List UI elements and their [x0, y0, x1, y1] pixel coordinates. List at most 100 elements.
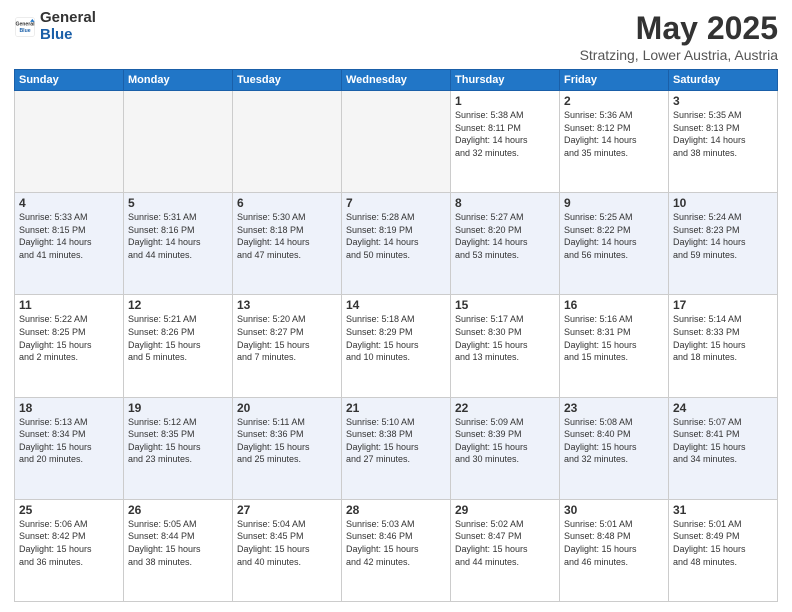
- table-row: 28Sunrise: 5:03 AM Sunset: 8:46 PM Dayli…: [342, 499, 451, 601]
- col-thursday: Thursday: [451, 70, 560, 91]
- day-info: Sunrise: 5:28 AM Sunset: 8:19 PM Dayligh…: [346, 211, 446, 261]
- col-sunday: Sunday: [15, 70, 124, 91]
- table-row: 21Sunrise: 5:10 AM Sunset: 8:38 PM Dayli…: [342, 397, 451, 499]
- col-wednesday: Wednesday: [342, 70, 451, 91]
- calendar-header-row: Sunday Monday Tuesday Wednesday Thursday…: [15, 70, 778, 91]
- table-row: 2Sunrise: 5:36 AM Sunset: 8:12 PM Daylig…: [560, 91, 669, 193]
- day-number: 18: [19, 401, 119, 415]
- day-number: 12: [128, 298, 228, 312]
- day-number: 10: [673, 196, 773, 210]
- day-info: Sunrise: 5:20 AM Sunset: 8:27 PM Dayligh…: [237, 313, 337, 363]
- day-number: 19: [128, 401, 228, 415]
- logo: General Blue General Blue: [14, 10, 96, 43]
- table-row: [15, 91, 124, 193]
- table-row: 23Sunrise: 5:08 AM Sunset: 8:40 PM Dayli…: [560, 397, 669, 499]
- day-info: Sunrise: 5:22 AM Sunset: 8:25 PM Dayligh…: [19, 313, 119, 363]
- logo-general: General: [40, 10, 96, 27]
- day-info: Sunrise: 5:17 AM Sunset: 8:30 PM Dayligh…: [455, 313, 555, 363]
- day-number: 28: [346, 503, 446, 517]
- day-info: Sunrise: 5:25 AM Sunset: 8:22 PM Dayligh…: [564, 211, 664, 261]
- table-row: 25Sunrise: 5:06 AM Sunset: 8:42 PM Dayli…: [15, 499, 124, 601]
- day-info: Sunrise: 5:38 AM Sunset: 8:11 PM Dayligh…: [455, 109, 555, 159]
- table-row: 5Sunrise: 5:31 AM Sunset: 8:16 PM Daylig…: [124, 193, 233, 295]
- day-info: Sunrise: 5:12 AM Sunset: 8:35 PM Dayligh…: [128, 416, 228, 466]
- table-row: [124, 91, 233, 193]
- day-info: Sunrise: 5:01 AM Sunset: 8:49 PM Dayligh…: [673, 518, 773, 568]
- table-row: 24Sunrise: 5:07 AM Sunset: 8:41 PM Dayli…: [669, 397, 778, 499]
- day-number: 15: [455, 298, 555, 312]
- calendar: Sunday Monday Tuesday Wednesday Thursday…: [14, 69, 778, 602]
- day-number: 31: [673, 503, 773, 517]
- table-row: 22Sunrise: 5:09 AM Sunset: 8:39 PM Dayli…: [451, 397, 560, 499]
- day-number: 7: [346, 196, 446, 210]
- day-number: 20: [237, 401, 337, 415]
- table-row: 9Sunrise: 5:25 AM Sunset: 8:22 PM Daylig…: [560, 193, 669, 295]
- table-row: 7Sunrise: 5:28 AM Sunset: 8:19 PM Daylig…: [342, 193, 451, 295]
- day-info: Sunrise: 5:04 AM Sunset: 8:45 PM Dayligh…: [237, 518, 337, 568]
- day-info: Sunrise: 5:09 AM Sunset: 8:39 PM Dayligh…: [455, 416, 555, 466]
- table-row: 18Sunrise: 5:13 AM Sunset: 8:34 PM Dayli…: [15, 397, 124, 499]
- day-number: 4: [19, 196, 119, 210]
- table-row: 16Sunrise: 5:16 AM Sunset: 8:31 PM Dayli…: [560, 295, 669, 397]
- col-tuesday: Tuesday: [233, 70, 342, 91]
- day-info: Sunrise: 5:14 AM Sunset: 8:33 PM Dayligh…: [673, 313, 773, 363]
- day-info: Sunrise: 5:35 AM Sunset: 8:13 PM Dayligh…: [673, 109, 773, 159]
- table-row: 27Sunrise: 5:04 AM Sunset: 8:45 PM Dayli…: [233, 499, 342, 601]
- day-info: Sunrise: 5:07 AM Sunset: 8:41 PM Dayligh…: [673, 416, 773, 466]
- day-number: 25: [19, 503, 119, 517]
- day-info: Sunrise: 5:01 AM Sunset: 8:48 PM Dayligh…: [564, 518, 664, 568]
- col-friday: Friday: [560, 70, 669, 91]
- table-row: 10Sunrise: 5:24 AM Sunset: 8:23 PM Dayli…: [669, 193, 778, 295]
- table-row: 11Sunrise: 5:22 AM Sunset: 8:25 PM Dayli…: [15, 295, 124, 397]
- table-row: 17Sunrise: 5:14 AM Sunset: 8:33 PM Dayli…: [669, 295, 778, 397]
- day-info: Sunrise: 5:27 AM Sunset: 8:20 PM Dayligh…: [455, 211, 555, 261]
- day-number: 2: [564, 94, 664, 108]
- day-info: Sunrise: 5:24 AM Sunset: 8:23 PM Dayligh…: [673, 211, 773, 261]
- day-info: Sunrise: 5:30 AM Sunset: 8:18 PM Dayligh…: [237, 211, 337, 261]
- day-number: 13: [237, 298, 337, 312]
- logo-icon: General Blue: [14, 16, 36, 38]
- day-info: Sunrise: 5:11 AM Sunset: 8:36 PM Dayligh…: [237, 416, 337, 466]
- day-number: 23: [564, 401, 664, 415]
- day-info: Sunrise: 5:10 AM Sunset: 8:38 PM Dayligh…: [346, 416, 446, 466]
- table-row: 30Sunrise: 5:01 AM Sunset: 8:48 PM Dayli…: [560, 499, 669, 601]
- day-info: Sunrise: 5:06 AM Sunset: 8:42 PM Dayligh…: [19, 518, 119, 568]
- day-info: Sunrise: 5:36 AM Sunset: 8:12 PM Dayligh…: [564, 109, 664, 159]
- table-row: 6Sunrise: 5:30 AM Sunset: 8:18 PM Daylig…: [233, 193, 342, 295]
- table-row: 20Sunrise: 5:11 AM Sunset: 8:36 PM Dayli…: [233, 397, 342, 499]
- col-monday: Monday: [124, 70, 233, 91]
- logo-blue: Blue: [40, 27, 96, 44]
- day-info: Sunrise: 5:33 AM Sunset: 8:15 PM Dayligh…: [19, 211, 119, 261]
- day-number: 22: [455, 401, 555, 415]
- calendar-week-row: 1Sunrise: 5:38 AM Sunset: 8:11 PM Daylig…: [15, 91, 778, 193]
- col-saturday: Saturday: [669, 70, 778, 91]
- subtitle: Stratzing, Lower Austria, Austria: [580, 47, 778, 63]
- header: General Blue General Blue May 2025 Strat…: [14, 10, 778, 63]
- table-row: 4Sunrise: 5:33 AM Sunset: 8:15 PM Daylig…: [15, 193, 124, 295]
- day-number: 11: [19, 298, 119, 312]
- table-row: 26Sunrise: 5:05 AM Sunset: 8:44 PM Dayli…: [124, 499, 233, 601]
- day-number: 27: [237, 503, 337, 517]
- day-info: Sunrise: 5:13 AM Sunset: 8:34 PM Dayligh…: [19, 416, 119, 466]
- table-row: 3Sunrise: 5:35 AM Sunset: 8:13 PM Daylig…: [669, 91, 778, 193]
- table-row: [233, 91, 342, 193]
- day-number: 29: [455, 503, 555, 517]
- main-title: May 2025: [580, 10, 778, 47]
- title-block: May 2025 Stratzing, Lower Austria, Austr…: [580, 10, 778, 63]
- table-row: 29Sunrise: 5:02 AM Sunset: 8:47 PM Dayli…: [451, 499, 560, 601]
- day-number: 5: [128, 196, 228, 210]
- day-number: 14: [346, 298, 446, 312]
- day-number: 26: [128, 503, 228, 517]
- day-number: 16: [564, 298, 664, 312]
- day-number: 1: [455, 94, 555, 108]
- day-number: 9: [564, 196, 664, 210]
- table-row: 14Sunrise: 5:18 AM Sunset: 8:29 PM Dayli…: [342, 295, 451, 397]
- table-row: [342, 91, 451, 193]
- day-info: Sunrise: 5:03 AM Sunset: 8:46 PM Dayligh…: [346, 518, 446, 568]
- svg-text:Blue: Blue: [19, 28, 30, 34]
- day-number: 30: [564, 503, 664, 517]
- calendar-week-row: 18Sunrise: 5:13 AM Sunset: 8:34 PM Dayli…: [15, 397, 778, 499]
- table-row: 31Sunrise: 5:01 AM Sunset: 8:49 PM Dayli…: [669, 499, 778, 601]
- day-number: 21: [346, 401, 446, 415]
- calendar-week-row: 25Sunrise: 5:06 AM Sunset: 8:42 PM Dayli…: [15, 499, 778, 601]
